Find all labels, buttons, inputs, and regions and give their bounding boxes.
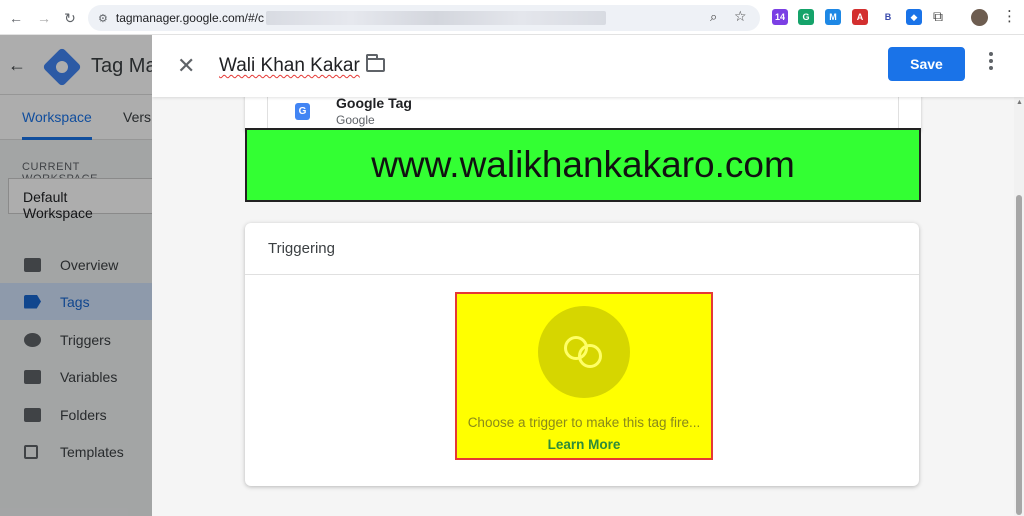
divider — [245, 274, 919, 275]
choose-trigger-prompt: Choose a trigger to make this tag fire..… — [467, 415, 701, 430]
panel-scrollbar[interactable]: ▲ — [1014, 97, 1024, 516]
close-icon[interactable]: ✕ — [177, 53, 195, 79]
trigger-circle-icon — [538, 306, 630, 398]
learn-more-link[interactable]: Learn More — [457, 437, 711, 452]
extension-icon[interactable]: M — [825, 9, 841, 25]
puzzle-icon[interactable]: ⧉ — [933, 8, 943, 25]
tag-editor-panel: ✕ Wali Khan Kakar Save G Google Tag Goog… — [152, 35, 1024, 516]
address-bar[interactable]: ⚙ tagmanager.google.com/#/c ⌕ ☆ — [88, 5, 760, 31]
extension-icon[interactable]: 14 — [772, 9, 788, 25]
scroll-up-icon[interactable]: ▲ — [1016, 99, 1023, 106]
bookmark-star-icon[interactable]: ☆ — [734, 8, 747, 25]
tag-type-name: Google Tag — [336, 95, 412, 111]
modal-scrim[interactable] — [0, 35, 152, 516]
url-redacted — [265, 11, 606, 25]
scrollbar-thumb[interactable] — [1016, 195, 1022, 515]
forward-arrow-icon[interactable]: → — [34, 8, 54, 28]
browser-toolbar: ← → ↻ ⚙ tagmanager.google.com/#/c ⌕ ☆ 14… — [0, 0, 1024, 35]
extension-icon[interactable]: ◆ — [906, 9, 922, 25]
extension-icon[interactable]: G — [798, 9, 814, 25]
google-tag-icon: G — [295, 103, 310, 120]
profile-avatar[interactable] — [971, 9, 988, 26]
tag-name-field[interactable]: Wali Khan Kakar — [219, 55, 360, 77]
save-button[interactable]: Save — [888, 47, 965, 81]
tag-type-vendor: Google — [336, 113, 375, 127]
extension-icon[interactable]: A — [852, 9, 868, 25]
choose-trigger-area[interactable]: Choose a trigger to make this tag fire..… — [455, 292, 713, 460]
folder-icon[interactable] — [366, 54, 385, 72]
back-arrow-icon[interactable]: ← — [6, 8, 26, 28]
zoom-icon[interactable]: ⌕ — [710, 9, 717, 25]
more-options-icon[interactable] — [988, 52, 994, 76]
triggering-title: Triggering — [268, 240, 335, 257]
watermark-banner: www.walikhankakaro.com — [245, 128, 921, 202]
panel-header: ✕ Wali Khan Kakar Save — [152, 35, 1024, 97]
reload-icon[interactable]: ↻ — [60, 8, 80, 28]
browser-menu-icon[interactable]: ⋮ — [1002, 7, 1017, 25]
url-text: tagmanager.google.com/#/c — [115, 11, 264, 25]
triggering-card: Triggering Choose a trigger to make this… — [245, 223, 919, 486]
site-info-icon[interactable]: ⚙ — [98, 12, 108, 25]
extension-icon[interactable]: B — [880, 9, 896, 25]
